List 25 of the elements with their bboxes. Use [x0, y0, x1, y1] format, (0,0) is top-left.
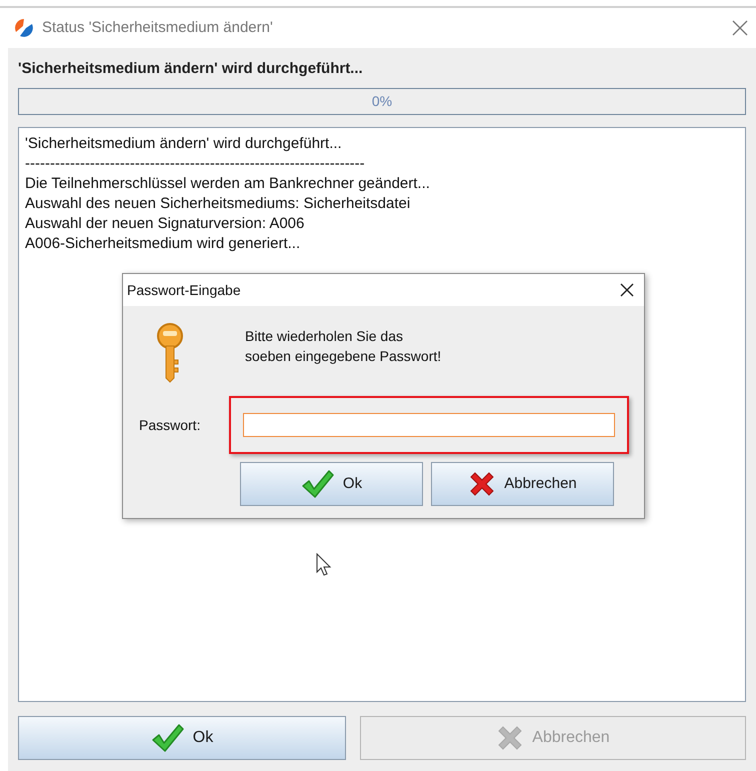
cross-icon	[496, 724, 524, 752]
key-icon	[155, 322, 185, 384]
log-line: Die Teilnehmerschlüssel werden am Bankrechner geändert...	[25, 174, 431, 194]
log-line: Auswahl des neuen Sicherheitsmediums: Sicherheitsdatei	[25, 194, 412, 214]
progress-percent: 0%	[372, 92, 392, 111]
cancel-button[interactable]: Abbrechen	[431, 462, 614, 506]
ok-button[interactable]: Ok	[18, 716, 346, 760]
log-line: --------------------------------------------------------------------	[25, 154, 366, 174]
mouse-pointer-icon	[316, 553, 332, 577]
ok-button[interactable]: Ok	[240, 462, 423, 506]
log-line: Auswahl der neuen Signaturversion: A006	[25, 214, 306, 234]
window-title: Status 'Sicherheitsmedium ändern'	[42, 18, 273, 38]
log-line: 'Sicherheitsmedium ändern' wird durchgeführt...	[25, 134, 343, 154]
password-label: Passwort:	[139, 416, 202, 434]
dialog-title: Passwort-Eingabe	[127, 280, 241, 300]
dialog-message: soeben eingegebene Passwort!	[245, 347, 442, 366]
checkmark-icon	[150, 723, 185, 753]
log-line: A006-Sicherheitsmedium wird generiert...	[25, 234, 302, 254]
dialog-message: Bitte wiederholen Sie das	[245, 327, 404, 346]
checkmark-icon	[300, 469, 335, 499]
app-logo-icon	[14, 18, 34, 38]
password-field[interactable]	[243, 413, 615, 437]
status-heading: 'Sicherheitsmedium ändern' wird durchgeführt...	[18, 59, 364, 79]
close-icon[interactable]	[620, 283, 634, 297]
cross-icon	[468, 470, 496, 498]
